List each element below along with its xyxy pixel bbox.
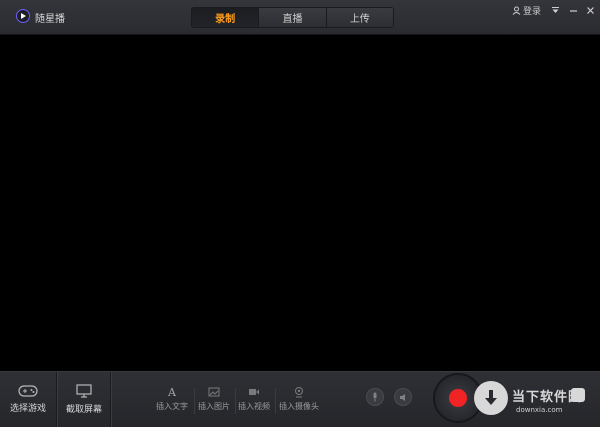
- tab-upload[interactable]: 上传: [326, 8, 393, 27]
- insert-video-label: 插入视频: [238, 402, 270, 411]
- select-game-label: 选择游戏: [9, 404, 46, 414]
- minimize-button[interactable]: [566, 3, 580, 17]
- microphone-toggle-button[interactable]: [366, 388, 384, 406]
- image-icon: [208, 387, 220, 397]
- watermark-subtext: downxia.com: [516, 406, 563, 414]
- bottom-toolbar: 选择游戏 截取屏幕 A 插入文字 插入图片 插入视频 插入摄像头: [0, 371, 600, 427]
- toolbar-divider: [235, 388, 236, 414]
- watermark-square-icon: [571, 388, 585, 402]
- text-icon: A: [167, 386, 177, 398]
- app-window: 随星播 录制 直播 上传 登录 选择游戏 截取屏幕 A 插入文字 插入图片 插入…: [0, 0, 600, 427]
- watermark-logo-icon: [474, 381, 508, 415]
- app-title: 随星播: [35, 14, 65, 25]
- close-icon: [586, 6, 594, 14]
- insert-text-label: 插入文字: [156, 402, 188, 411]
- tab-live[interactable]: 直播: [259, 8, 327, 27]
- mode-tabs: 录制 直播 上传: [191, 7, 394, 28]
- user-icon: [512, 6, 521, 15]
- capture-screen-button[interactable]: 截取屏幕: [58, 372, 110, 427]
- toolbar-divider: [110, 372, 112, 427]
- login-label: 登录: [523, 7, 542, 17]
- select-game-button[interactable]: 选择游戏: [0, 372, 56, 427]
- dropdown-menu-button[interactable]: [548, 3, 562, 17]
- close-button[interactable]: [583, 3, 597, 17]
- record-dot-icon: [449, 389, 467, 407]
- insert-text-button[interactable]: A 插入文字: [156, 386, 188, 412]
- capture-screen-label: 截取屏幕: [65, 405, 102, 415]
- preview-area: [0, 35, 600, 371]
- svg-text:A: A: [167, 386, 177, 398]
- menu-down-icon: [551, 7, 559, 13]
- toolbar-divider: [194, 388, 195, 414]
- webcam-icon: [295, 387, 303, 398]
- tab-record[interactable]: 录制: [192, 8, 260, 27]
- insert-camera-label: 插入摄像头: [279, 402, 319, 411]
- toolbar-divider: [275, 388, 276, 414]
- microphone-icon: [373, 392, 377, 402]
- speaker-toggle-button[interactable]: [394, 388, 412, 406]
- monitor-icon: [76, 384, 92, 398]
- insert-video-button[interactable]: 插入视频: [238, 386, 270, 412]
- title-bar: 随星播 录制 直播 上传 登录: [0, 0, 600, 35]
- minimize-icon: [569, 9, 577, 12]
- video-camera-icon: [249, 389, 259, 395]
- insert-camera-button[interactable]: 插入摄像头: [279, 386, 319, 412]
- login-button[interactable]: 登录: [512, 4, 541, 17]
- gamepad-icon: [18, 385, 38, 397]
- insert-image-button[interactable]: 插入图片: [198, 386, 230, 412]
- app-logo-icon: [16, 9, 30, 23]
- speaker-icon: [399, 393, 405, 401]
- insert-image-label: 插入图片: [198, 402, 230, 411]
